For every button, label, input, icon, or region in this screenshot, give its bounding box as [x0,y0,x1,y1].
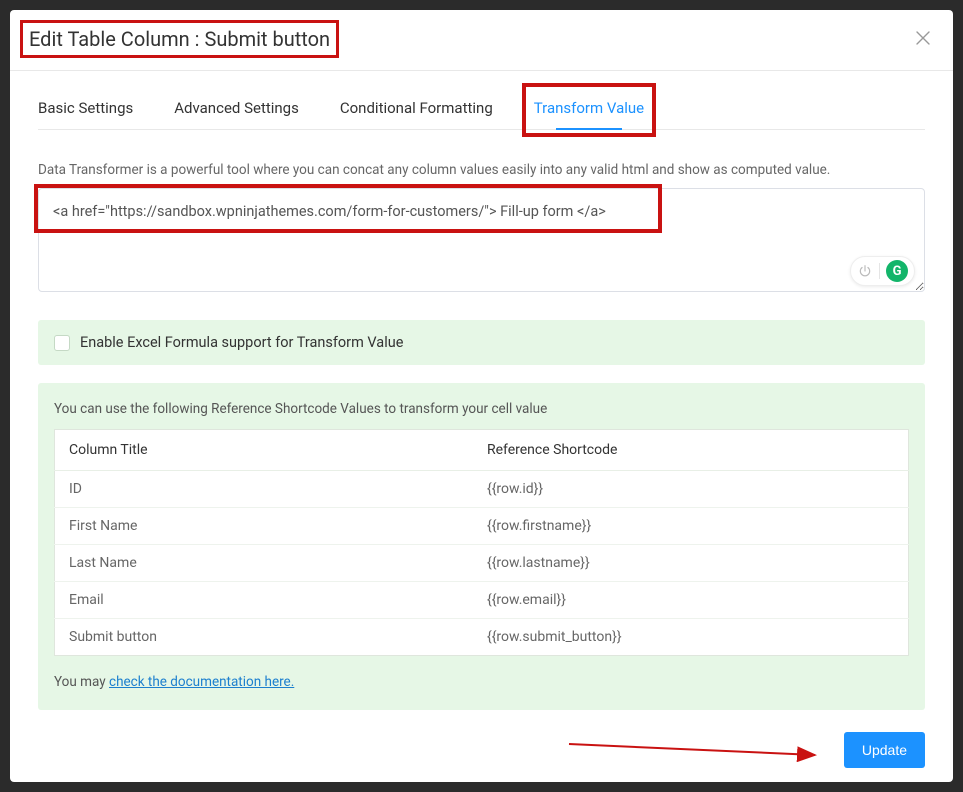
tabs-bar: Basic Settings Advanced Settings Conditi… [38,89,925,130]
modal-title: Edit Table Column : Submit button [23,23,336,55]
power-icon[interactable] [857,263,873,279]
title-annotation-box: Edit Table Column : Submit button [20,20,339,58]
tab-advanced-settings[interactable]: Advanced Settings [174,89,299,129]
excel-formula-checkbox-row: Enable Excel Formula support for Transfo… [38,320,925,365]
transform-value-input[interactable] [38,188,925,292]
cell-title: Submit button [55,619,473,656]
cell-title: ID [55,471,473,508]
documentation-line: You may check the documentation here. [54,674,909,690]
arrow-annotation-icon [565,740,825,764]
modal-body: Basic Settings Advanced Settings Conditi… [10,71,953,718]
cell-title: Last Name [55,545,473,582]
edit-column-modal: Edit Table Column : Submit button Basic … [10,10,953,782]
table-row: First Name{{row.firstname}} [55,508,909,545]
cell-shortcode: {{row.submit_button}} [473,619,909,656]
table-header-row: Column Title Reference Shortcode [55,430,909,471]
cell-title: Email [55,582,473,619]
col-header-shortcode: Reference Shortcode [473,430,909,471]
modal-footer: Update [10,718,953,782]
table-row: Last Name{{row.lastname}} [55,545,909,582]
tab-conditional-formatting[interactable]: Conditional Formatting [340,89,493,129]
excel-formula-checkbox[interactable] [54,335,70,351]
update-button[interactable]: Update [844,732,925,768]
table-row: ID{{row.id}} [55,471,909,508]
cell-title: First Name [55,508,473,545]
transform-textarea-wrap: G [38,188,925,296]
documentation-link[interactable]: check the documentation here. [109,674,294,690]
cell-shortcode: {{row.firstname}} [473,508,909,545]
cell-shortcode: {{row.lastname}} [473,545,909,582]
control-divider [879,263,880,279]
reference-shortcode-box: You can use the following Reference Shor… [38,383,925,710]
table-row: Submit button{{row.submit_button}} [55,619,909,656]
tab-transform-value[interactable]: Transform Value [534,89,644,129]
cell-shortcode: {{row.email}} [473,582,909,619]
table-row: Email{{row.email}} [55,582,909,619]
cell-shortcode: {{row.id}} [473,471,909,508]
reference-description: You can use the following Reference Shor… [54,401,909,417]
col-header-title: Column Title [55,430,473,471]
tab-transform-value-label: Transform Value [534,99,644,117]
reference-table: Column Title Reference Shortcode ID{{row… [54,429,909,656]
excel-formula-label: Enable Excel Formula support for Transfo… [80,334,403,351]
close-icon[interactable] [913,29,933,49]
tab-basic-settings[interactable]: Basic Settings [38,89,133,129]
grammarly-icon[interactable]: G [886,260,908,282]
textarea-corner-controls: G [850,256,915,286]
transform-description: Data Transformer is a powerful tool wher… [38,162,925,178]
doc-prefix: You may [54,674,109,690]
modal-header: Edit Table Column : Submit button [10,10,953,71]
